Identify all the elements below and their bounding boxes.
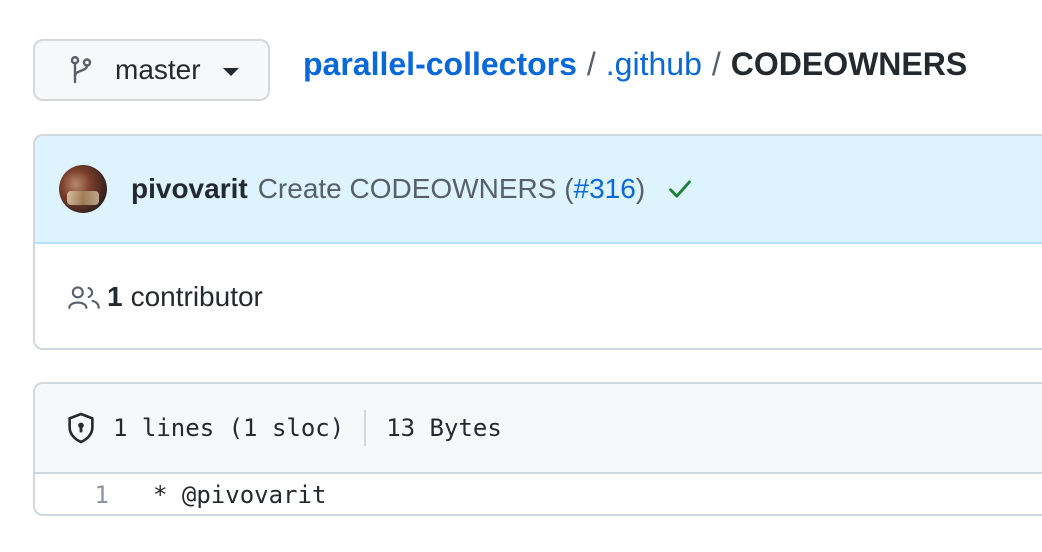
commit-box: pivovarit Create CODEOWNERS (#316) 1 con… <box>33 134 1042 350</box>
git-branch-icon <box>69 54 97 86</box>
commit-pr-link[interactable]: #316 <box>574 173 636 204</box>
commit-message-suffix: ) <box>635 173 646 204</box>
code-text: * @pivovarit <box>153 481 327 509</box>
avatar[interactable] <box>59 165 107 213</box>
breadcrumb-dir-link[interactable]: .github <box>606 46 702 83</box>
contributor-label[interactable]: contributor <box>131 281 263 313</box>
contributors-row[interactable]: 1 contributor <box>35 244 1042 348</box>
latest-commit: pivovarit Create CODEOWNERS (#316) <box>35 136 1042 244</box>
breadcrumb-separator: / <box>586 45 596 82</box>
file-box: 1 lines (1 sloc) 13 Bytes 1 * @pivovarit <box>33 382 1042 516</box>
code-line: 1 * @pivovarit <box>35 474 1042 514</box>
chevron-down-icon <box>222 68 239 76</box>
commit-author-link[interactable]: pivovarit <box>131 173 248 205</box>
branch-select-button[interactable]: master <box>33 39 270 101</box>
commit-message: Create CODEOWNERS (#316) <box>258 173 645 205</box>
file-view-page: master parallel-collectors / .github / C… <box>0 0 1042 552</box>
check-icon[interactable] <box>667 175 695 203</box>
shield-icon[interactable] <box>67 411 97 445</box>
line-number[interactable]: 1 <box>35 481 117 509</box>
divider <box>364 410 367 446</box>
breadcrumb-repo-link[interactable]: parallel-collectors <box>303 46 577 83</box>
file-info-header: 1 lines (1 sloc) 13 Bytes <box>35 384 1042 474</box>
file-line-count: 1 lines (1 sloc) <box>113 414 345 442</box>
contributor-count: 1 <box>107 281 123 312</box>
breadcrumb-separator: / <box>711 45 721 82</box>
commit-message-prefix: Create CODEOWNERS ( <box>257 173 574 204</box>
people-icon <box>67 283 101 311</box>
file-size: 13 Bytes <box>386 414 502 442</box>
breadcrumb-file-name: CODEOWNERS <box>730 45 968 82</box>
breadcrumb: parallel-collectors / .github / CODEOWNE… <box>303 42 967 86</box>
branch-name: master <box>115 54 201 85</box>
